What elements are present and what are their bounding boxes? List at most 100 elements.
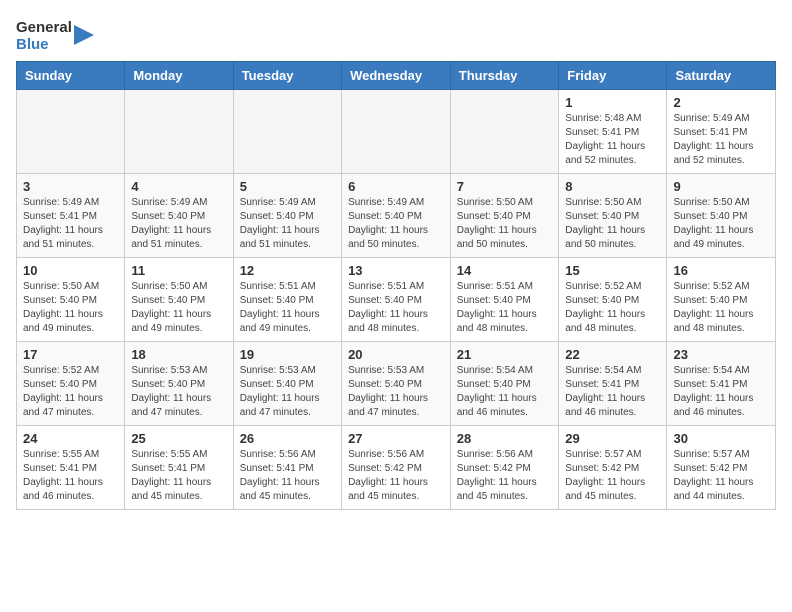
- calendar-cell: 21 Sunrise: 5:54 AM Sunset: 5:40 PM Dayli…: [450, 342, 559, 426]
- day-number: 23: [673, 347, 769, 362]
- day-number: 5: [240, 179, 335, 194]
- calendar-cell: [342, 90, 451, 174]
- calendar-cell: 24Sunrise: 5:55 AM Sunset: 5:41 PM Dayli…: [17, 426, 125, 510]
- day-info: Sunrise: 5:50 AM Sunset: 5:40 PM Dayligh…: [23, 280, 118, 336]
- calendar-cell: [233, 90, 341, 174]
- day-number: 26: [240, 431, 335, 446]
- day-info: Sunrise: 5:51 AM Sunset: 5:40 PM Dayligh…: [240, 280, 335, 336]
- day-info: Sunrise: 5:52 AM Sunset: 5:40 PM Dayligh…: [565, 280, 660, 336]
- day-info: Sunrise: 5:50 AM Sunset: 5:40 PM Dayligh…: [565, 196, 660, 252]
- weekday-header-thursday: Thursday: [450, 62, 559, 90]
- day-info: Sunrise: 5:52 AM Sunset: 5:40 PM Dayligh…: [673, 280, 769, 336]
- day-number: 3: [23, 179, 118, 194]
- calendar-cell: 2Sunrise: 5:49 AM Sunset: 5:41 PM Daylig…: [667, 90, 776, 174]
- day-number: 21: [457, 347, 553, 362]
- day-number: 20: [348, 347, 444, 362]
- logo-wordmark: General Blue: [16, 20, 94, 53]
- day-number: 29: [565, 431, 660, 446]
- day-info: Sunrise: 5:57 AM Sunset: 5:42 PM Dayligh…: [673, 448, 769, 504]
- weekday-header-saturday: Saturday: [667, 62, 776, 90]
- logo-line1: General: [16, 20, 72, 37]
- calendar-cell: 28 Sunrise: 5:56 AM Sunset: 5:42 PM Dayli…: [450, 426, 559, 510]
- calendar-cell: 16 Sunrise: 5:52 AM Sunset: 5:40 PM Dayli…: [667, 258, 776, 342]
- day-number: 27: [348, 431, 444, 446]
- calendar-cell: 29 Sunrise: 5:57 AM Sunset: 5:42 PM Dayli…: [559, 426, 667, 510]
- day-number: 18: [131, 347, 226, 362]
- day-number: 1: [565, 95, 660, 110]
- day-info: Sunrise: 5:54 AM Sunset: 5:41 PM Dayligh…: [565, 364, 660, 420]
- day-info: Sunrise: 5:49 AM Sunset: 5:40 PM Dayligh…: [131, 196, 226, 252]
- day-info: Sunrise: 5:49 AM Sunset: 5:40 PM Dayligh…: [240, 196, 335, 252]
- weekday-header-sunday: Sunday: [17, 62, 125, 90]
- calendar-cell: 9 Sunrise: 5:50 AM Sunset: 5:40 PM Daylig…: [667, 174, 776, 258]
- calendar-week-3: 10 Sunrise: 5:50 AM Sunset: 5:40 PM Dayli…: [17, 258, 776, 342]
- calendar-cell: 17Sunrise: 5:52 AM Sunset: 5:40 PM Dayli…: [17, 342, 125, 426]
- day-number: 17: [23, 347, 118, 362]
- day-number: 22: [565, 347, 660, 362]
- logo: General Blue: [16, 20, 94, 53]
- calendar-cell: 18 Sunrise: 5:53 AM Sunset: 5:40 PM Dayli…: [125, 342, 233, 426]
- day-info: Sunrise: 5:56 AM Sunset: 5:41 PM Dayligh…: [240, 448, 335, 504]
- day-info: Sunrise: 5:56 AM Sunset: 5:42 PM Dayligh…: [348, 448, 444, 504]
- day-number: 4: [131, 179, 226, 194]
- day-info: Sunrise: 5:54 AM Sunset: 5:40 PM Dayligh…: [457, 364, 553, 420]
- calendar-cell: 10 Sunrise: 5:50 AM Sunset: 5:40 PM Dayli…: [17, 258, 125, 342]
- day-number: 25: [131, 431, 226, 446]
- logo-line2: Blue: [16, 37, 72, 54]
- day-number: 14: [457, 263, 553, 278]
- day-number: 19: [240, 347, 335, 362]
- day-number: 6: [348, 179, 444, 194]
- calendar-week-4: 17Sunrise: 5:52 AM Sunset: 5:40 PM Dayli…: [17, 342, 776, 426]
- calendar-cell: [17, 90, 125, 174]
- day-info: Sunrise: 5:55 AM Sunset: 5:41 PM Dayligh…: [131, 448, 226, 504]
- day-info: Sunrise: 5:56 AM Sunset: 5:42 PM Dayligh…: [457, 448, 553, 504]
- calendar-cell: 20 Sunrise: 5:53 AM Sunset: 5:40 PM Dayli…: [342, 342, 451, 426]
- day-number: 11: [131, 263, 226, 278]
- calendar-cell: [125, 90, 233, 174]
- logo-chevron-icon: [74, 25, 94, 45]
- day-info: Sunrise: 5:49 AM Sunset: 5:41 PM Dayligh…: [673, 112, 769, 168]
- calendar-week-1: 1 Sunrise: 5:48 AM Sunset: 5:41 PM Daylig…: [17, 90, 776, 174]
- day-info: Sunrise: 5:49 AM Sunset: 5:41 PM Dayligh…: [23, 196, 118, 252]
- day-info: Sunrise: 5:50 AM Sunset: 5:40 PM Dayligh…: [673, 196, 769, 252]
- day-number: 12: [240, 263, 335, 278]
- day-info: Sunrise: 5:53 AM Sunset: 5:40 PM Dayligh…: [240, 364, 335, 420]
- day-number: 8: [565, 179, 660, 194]
- day-number: 28: [457, 431, 553, 446]
- day-info: Sunrise: 5:53 AM Sunset: 5:40 PM Dayligh…: [131, 364, 226, 420]
- calendar-cell: 15 Sunrise: 5:52 AM Sunset: 5:40 PM Dayli…: [559, 258, 667, 342]
- day-info: Sunrise: 5:53 AM Sunset: 5:40 PM Dayligh…: [348, 364, 444, 420]
- day-number: 24: [23, 431, 118, 446]
- day-number: 10: [23, 263, 118, 278]
- day-number: 15: [565, 263, 660, 278]
- calendar-cell: 26 Sunrise: 5:56 AM Sunset: 5:41 PM Dayli…: [233, 426, 341, 510]
- calendar-cell: 4 Sunrise: 5:49 AM Sunset: 5:40 PM Daylig…: [125, 174, 233, 258]
- calendar-cell: 3 Sunrise: 5:49 AM Sunset: 5:41 PM Daylig…: [17, 174, 125, 258]
- day-number: 13: [348, 263, 444, 278]
- calendar-week-5: 24 Sunrise: 5:55 AM Sunset: 5:41 PM Dayli…: [17, 426, 776, 510]
- page-header: General Blue: [16, 16, 776, 53]
- calendar-cell: 30 Sunrise: 5:57 AM Sunset: 5:42 PM Dayli…: [667, 426, 776, 510]
- calendar-cell: 12 Sunrise: 5:51 AM Sunset: 5:40 PM Dayli…: [233, 258, 341, 342]
- calendar-cell: 27 Sunrise: 5:56 AM Sunset: 5:42 PM Dayli…: [342, 426, 451, 510]
- day-info: Sunrise: 5:48 AM Sunset: 5:41 PM Dayligh…: [565, 112, 660, 168]
- day-info: Sunrise: 5:54 AM Sunset: 5:41 PM Dayligh…: [673, 364, 769, 420]
- weekday-header-friday: Friday: [559, 62, 667, 90]
- day-info: Sunrise: 5:57 AM Sunset: 5:42 PM Dayligh…: [565, 448, 660, 504]
- calendar-cell: 14 Sunrise: 5:51 AM Sunset: 5:40 PM Dayli…: [450, 258, 559, 342]
- day-info: Sunrise: 5:50 AM Sunset: 5:40 PM Dayligh…: [457, 196, 553, 252]
- weekday-header-row: SundayMondayTuesdayWednesdayThursdayFrid…: [17, 62, 776, 90]
- day-number: 9: [673, 179, 769, 194]
- day-info: Sunrise: 5:51 AM Sunset: 5:40 PM Dayligh…: [457, 280, 553, 336]
- weekday-header-tuesday: Tuesday: [233, 62, 341, 90]
- calendar-table: SundayMondayTuesdayWednesdayThursdayFrid…: [16, 61, 776, 510]
- calendar-cell: 1 Sunrise: 5:48 AM Sunset: 5:41 PM Daylig…: [559, 90, 667, 174]
- day-number: 7: [457, 179, 553, 194]
- calendar-cell: 8 Sunrise: 5:50 AM Sunset: 5:40 PM Daylig…: [559, 174, 667, 258]
- calendar-cell: 6Sunrise: 5:49 AM Sunset: 5:40 PM Daylig…: [342, 174, 451, 258]
- day-info: Sunrise: 5:50 AM Sunset: 5:40 PM Dayligh…: [131, 280, 226, 336]
- calendar-cell: 22 Sunrise: 5:54 AM Sunset: 5:41 PM Dayli…: [559, 342, 667, 426]
- calendar-week-2: 3 Sunrise: 5:49 AM Sunset: 5:41 PM Daylig…: [17, 174, 776, 258]
- day-number: 30: [673, 431, 769, 446]
- day-number: 16: [673, 263, 769, 278]
